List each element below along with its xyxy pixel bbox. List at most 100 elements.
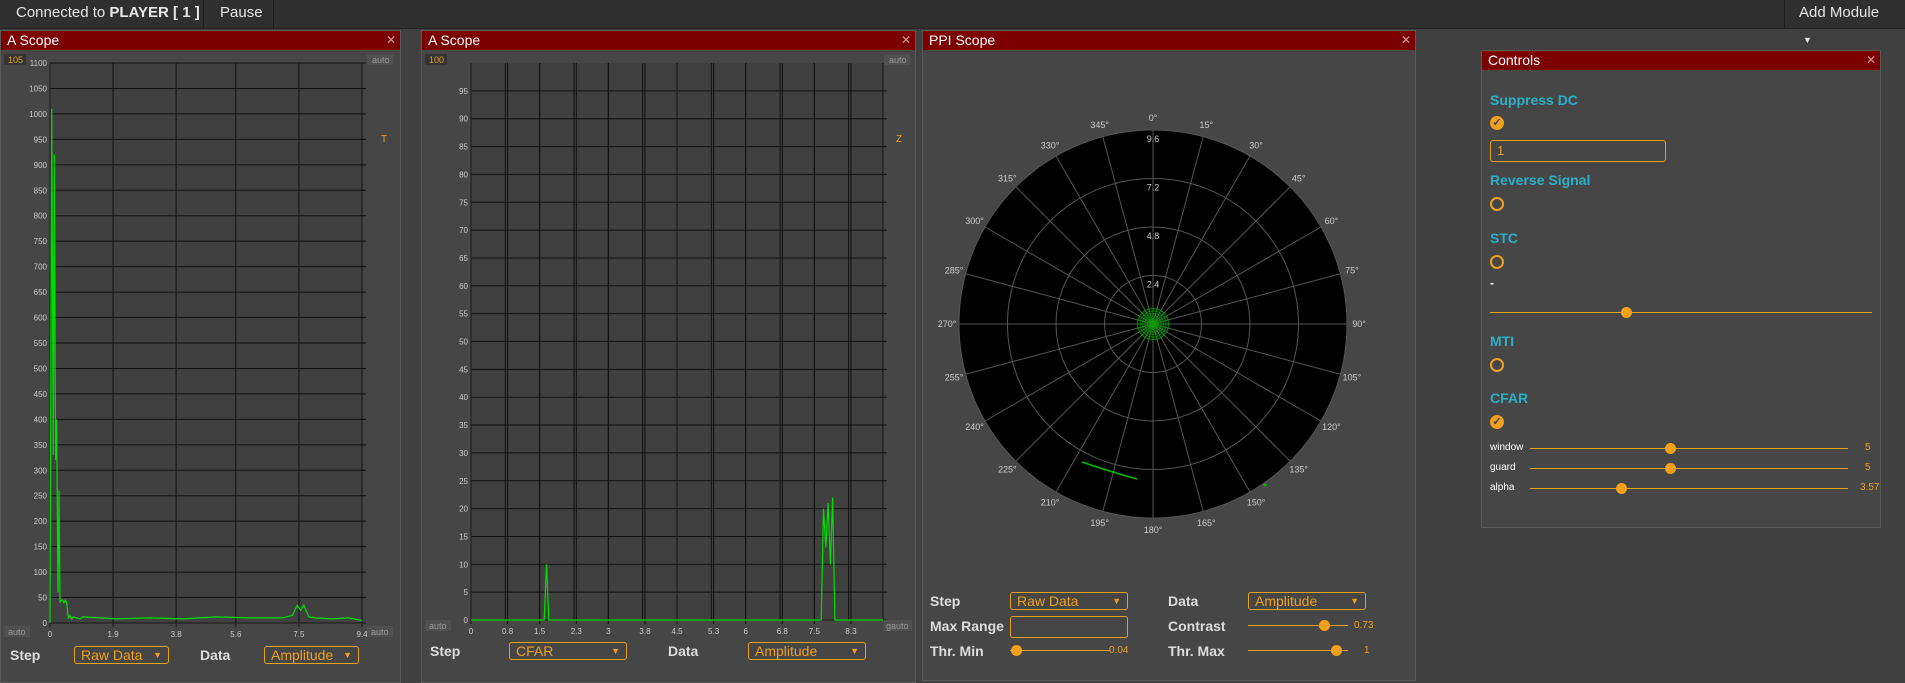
panel-title-bar[interactable]: A Scope ✕ (422, 31, 915, 50)
dropdown-arrow-icon: ▼ (153, 650, 162, 660)
auto-bottom-left-label: auto (429, 621, 447, 631)
auto-top-label: auto (372, 55, 390, 65)
thr-min-slider-knob[interactable] (1011, 645, 1022, 656)
close-icon[interactable]: ✕ (901, 31, 911, 50)
y-tick-label: 800 (34, 212, 48, 221)
y-tick-label: 95 (459, 87, 468, 96)
x-tick-label: 0 (469, 627, 474, 636)
x-tick-label: 6 (743, 627, 748, 636)
marker-label: Z (896, 134, 902, 145)
panel-title-bar[interactable]: PPI Scope ✕ (923, 31, 1415, 50)
x-tick-label: 0.8 (502, 627, 514, 636)
y-tick-label: 400 (34, 415, 48, 424)
thr-min-slider[interactable] (1010, 650, 1110, 651)
data-select[interactable]: Amplitude ▼ (1248, 592, 1366, 610)
y-tick-label: 50 (38, 594, 47, 603)
step-label: Step (10, 647, 41, 663)
y-tick-label: 900 (34, 161, 48, 170)
thr-max-value: 1 (1364, 645, 1370, 656)
y-tick-label: 20 (459, 505, 468, 514)
contrast-slider[interactable] (1248, 625, 1348, 626)
y-tick-label: 90 (459, 115, 468, 124)
step-select[interactable]: Raw Data ▼ (1010, 592, 1128, 610)
window-slider[interactable] (1530, 448, 1848, 449)
step-label: Step (930, 593, 961, 609)
close-icon[interactable]: ✕ (386, 31, 396, 50)
contrast-value: 0.73 (1354, 620, 1374, 631)
x-tick-label: 3.8 (171, 630, 183, 639)
stc-dash: - (1490, 276, 1494, 290)
target-dot (1263, 483, 1267, 487)
data-select[interactable]: Amplitude ▼ (748, 642, 866, 660)
alpha-slider[interactable] (1530, 488, 1848, 489)
y-tick-label: 60 (459, 282, 468, 291)
range-label: 4.8 (1147, 231, 1160, 241)
guard-slider-knob[interactable] (1665, 463, 1676, 474)
x-tick-label: 5.6 (230, 630, 242, 639)
y-tick-label: 40 (459, 393, 468, 402)
guard-slider[interactable] (1530, 468, 1848, 469)
y-tick-label: 35 (459, 421, 468, 430)
range-label: 7.2 (1147, 183, 1160, 193)
y-tick-label: 70 (459, 226, 468, 235)
bearing-label: 300° (965, 216, 984, 226)
bearing-label: 75° (1345, 266, 1359, 276)
y-tick-label: 100 (34, 568, 48, 577)
panel-title-bar[interactable]: Controls ✕ (1482, 51, 1880, 70)
y-tick-label: 600 (34, 314, 48, 323)
y-tick-label: 15 (459, 532, 468, 541)
step-select[interactable]: Raw Data ▼ (74, 646, 169, 664)
panel-title: PPI Scope (929, 32, 996, 48)
top-bar: Connected to PLAYER [ 1 ] Pause Add Modu… (0, 0, 1905, 45)
range-label: 2.4 (1147, 280, 1160, 290)
bearing-label: 195° (1090, 518, 1109, 528)
suppress-dc-checkbox[interactable]: ✓ (1490, 116, 1504, 130)
bearing-label: 270° (938, 319, 957, 329)
bearing-label: 255° (945, 372, 964, 382)
add-module-button[interactable]: Add Module ▼ (1785, 0, 1905, 45)
dropdown-arrow-icon: ▼ (850, 646, 859, 656)
add-module-label: Add Module (1799, 4, 1880, 21)
data-select[interactable]: Amplitude ▼ (264, 646, 359, 664)
thr-max-slider-knob[interactable] (1331, 645, 1342, 656)
alpha-slider-knob[interactable] (1616, 483, 1627, 494)
check-icon: ✓ (1492, 416, 1502, 428)
y-tick-label: 850 (34, 186, 48, 195)
suppress-dc-input[interactable]: 1 (1490, 140, 1666, 162)
x-tick-label: 4.5 (671, 627, 683, 636)
bearing-label: 45° (1292, 173, 1306, 183)
y-tick-label: 650 (34, 288, 48, 297)
data-label: Data (1168, 593, 1199, 609)
x-tick-label: 2.3 (571, 627, 583, 636)
y-tick-label: 75 (459, 198, 468, 207)
bearing-label: 0° (1149, 113, 1158, 123)
max-range-input[interactable] (1010, 616, 1128, 638)
x-tick-label: 6.8 (777, 627, 789, 636)
range-label: 9.6 (1147, 134, 1160, 144)
bearing-label: 165° (1197, 518, 1216, 528)
close-icon[interactable]: ✕ (1866, 51, 1876, 70)
top-value-text: 105 (8, 55, 23, 65)
thr-max-label: Thr. Max (1168, 643, 1225, 659)
stc-slider[interactable] (1490, 312, 1872, 313)
contrast-slider-knob[interactable] (1319, 620, 1330, 631)
cfar-checkbox[interactable]: ✓ (1490, 415, 1504, 429)
bearing-label: 90° (1352, 319, 1366, 329)
bearing-label: 180° (1144, 525, 1163, 535)
reverse-signal-toggle[interactable] (1490, 197, 1504, 211)
mti-toggle[interactable] (1490, 358, 1504, 372)
step-select[interactable]: CFAR ▼ (509, 642, 627, 660)
stc-toggle[interactable] (1490, 255, 1504, 269)
close-icon[interactable]: ✕ (1401, 31, 1411, 50)
y-tick-label: 1000 (29, 110, 47, 119)
y-tick-label: 5 (464, 588, 469, 597)
bearing-label: 30° (1249, 141, 1263, 151)
x-tick-label: 1.5 (534, 627, 546, 636)
window-slider-knob[interactable] (1665, 443, 1676, 454)
y-tick-label: 350 (34, 441, 48, 450)
contrast-label: Contrast (1168, 618, 1226, 634)
alpha-value: 3.57 (1860, 482, 1880, 493)
panel-title-bar[interactable]: A Scope ✕ (1, 31, 400, 50)
pause-button[interactable]: Pause (206, 0, 270, 28)
stc-slider-knob[interactable] (1621, 307, 1632, 318)
